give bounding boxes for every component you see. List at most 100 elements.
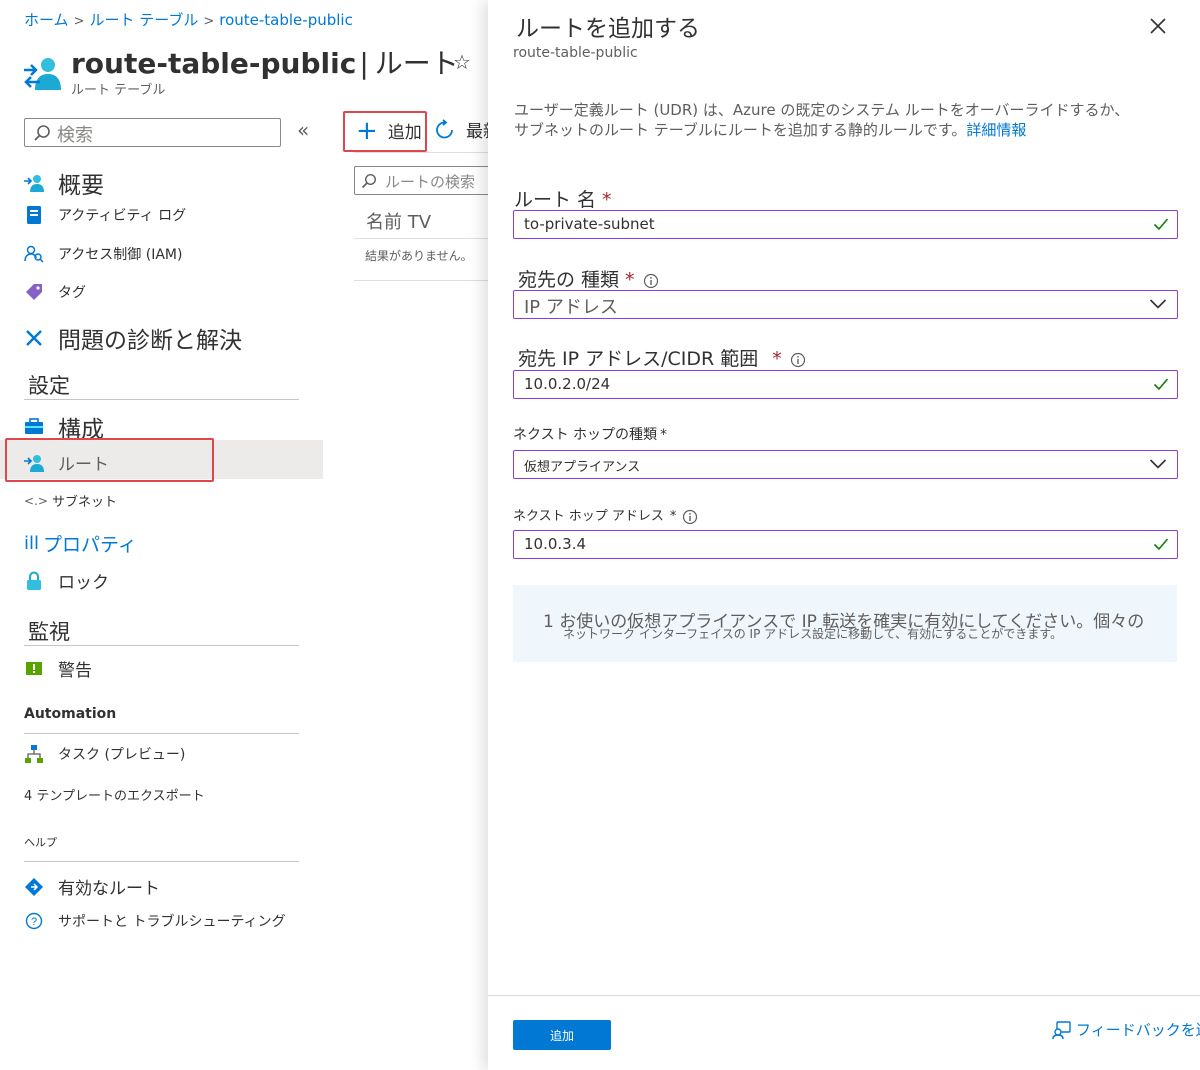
breadcrumb-current[interactable]: route-table-public [219, 11, 353, 29]
sidebar-item-effective-routes[interactable]: 有効なルート [24, 874, 160, 899]
route-table-icon [22, 52, 62, 92]
info-icon[interactable] [682, 509, 698, 525]
description-line-1: ユーザー定義ルート (UDR) は、Azure の既定のシステム ルートをオーバ… [514, 101, 1130, 119]
breadcrumb: ホーム > ルート テーブル > route-table-public [24, 9, 353, 30]
route-name-label-text: ルート 名 [514, 189, 597, 211]
title-separator: | [359, 47, 369, 80]
sidebar-item-label: サブネット [51, 495, 117, 510]
panel-title: ルートを追加する [516, 16, 700, 42]
sidebar-item-alerts[interactable]: 警告 [24, 656, 92, 681]
properties-icon: ill [24, 533, 40, 554]
tasks-icon [24, 744, 44, 764]
resource-type: ルート テーブル [71, 83, 166, 98]
info-icon[interactable] [643, 273, 659, 289]
page-name: ルート [374, 47, 459, 80]
section-divider [24, 645, 299, 646]
footer-divider [488, 995, 1200, 996]
description-line-2: サブネットのルート テーブルにルートを追加する静的ルールです。 [514, 121, 967, 139]
destination-type-dropdown[interactable]: IP アドレス [513, 290, 1178, 319]
feedback-link[interactable]: フィードバックを送る [1052, 1019, 1200, 1040]
breadcrumb-separator: > [203, 14, 215, 29]
route-search-input[interactable]: ルートの検索 [354, 166, 494, 195]
section-help: ヘルプ [24, 836, 57, 849]
section-automation: Automation [24, 706, 117, 722]
sidebar-item-label: 警告 [58, 661, 92, 681]
route-name-input[interactable]: to-private-subnet [513, 210, 1178, 239]
plus-icon: + [356, 115, 378, 146]
next-hop-type-label: ネクスト ホップの種類 * [513, 424, 667, 444]
sidebar-item-locks[interactable]: ロック [24, 568, 109, 593]
tag-icon [24, 282, 44, 302]
ip-forwarding-info-box: 1 お使いの仮想アプライアンスで IP 転送を確実に有効にしてください。個々の … [513, 585, 1177, 662]
table-header-divider [354, 238, 489, 239]
required-mark: * [772, 348, 782, 370]
sidebar-search-input[interactable]: 検索 [24, 118, 281, 147]
sidebar-item-diagnose[interactable]: 問題の診断と解決 [24, 321, 242, 355]
sidebar-item-subnets[interactable]: <.> サブネット [24, 491, 117, 511]
close-icon[interactable] [1146, 14, 1170, 38]
collapse-sidebar-icon[interactable]: « [297, 118, 309, 142]
subnet-icon: <.> [24, 493, 48, 508]
sidebar-item-overview[interactable]: 概要 [24, 166, 104, 200]
valid-check-icon [1153, 217, 1169, 231]
sidebar-item-properties[interactable]: ill プロパティ [24, 530, 137, 557]
sidebar-item-label: ルート [58, 455, 109, 475]
breadcrumb-home[interactable]: ホーム [24, 11, 69, 29]
destination-type-label: 宛先の 種類 * [518, 265, 659, 292]
command-bar-divider [354, 152, 489, 153]
resource-name: route-table-public [71, 47, 357, 80]
feedback-icon [1052, 1020, 1072, 1040]
required-mark: * [602, 189, 612, 211]
favorite-star-icon[interactable]: ☆ [453, 50, 471, 74]
add-route-button[interactable]: + 追加 [356, 115, 422, 146]
breadcrumb-separator: > [73, 14, 85, 29]
section-divider [24, 399, 299, 400]
destination-cidr-label: 宛先 IP アドレス/CIDR 範囲 * [518, 344, 806, 371]
next-hop-type-dropdown[interactable]: 仮想アプライアンス [513, 450, 1178, 479]
next-hop-address-input[interactable]: 10.0.3.4 [513, 530, 1178, 559]
effective-routes-icon [24, 877, 44, 897]
help-icon: ? [24, 911, 44, 931]
required-mark: * [669, 509, 677, 524]
alert-icon [24, 659, 44, 679]
routes-icon [24, 453, 44, 473]
sidebar-item-export-template[interactable]: 4 テンプレートのエクスポート [24, 785, 205, 804]
valid-check-icon [1153, 377, 1169, 391]
column-header-name[interactable]: 名前 TV [366, 208, 431, 234]
learn-more-link[interactable]: 詳細情報 [966, 121, 1026, 139]
empty-message: 結果がありません。 [365, 249, 473, 263]
activity-log-icon [24, 205, 44, 225]
section-divider [24, 861, 299, 862]
route-name-label: ルート 名 * [514, 185, 612, 212]
info-icon[interactable] [790, 352, 806, 368]
chevron-down-icon [1149, 458, 1167, 470]
sidebar-item-label: 概要 [58, 173, 104, 199]
next-hop-type-label-text: ネクスト ホップの種類 [513, 427, 658, 443]
sidebar-item-tasks[interactable]: タスク (プレビュー) [24, 744, 185, 764]
destination-cidr-input[interactable]: 10.0.2.0/24 [513, 370, 1178, 399]
sidebar-item-support[interactable]: ? サポートと トラブルシューティング [24, 911, 286, 931]
page-title: route-table-public | ルート [71, 42, 459, 82]
sidebar-item-activity-log[interactable]: アクティビティ ログ [24, 205, 186, 225]
table-row-divider [354, 280, 489, 281]
sidebar-item-iam[interactable]: アクセス制御 (IAM) [24, 244, 182, 264]
sidebar-item-label: アクティビティ ログ [58, 208, 187, 224]
section-settings: 設定 [28, 374, 70, 398]
route-search-placeholder: ルートの検索 [385, 173, 476, 191]
add-button[interactable]: 追加 [513, 1020, 611, 1050]
search-icon [33, 124, 51, 142]
destination-type-value: IP アドレス [524, 297, 618, 318]
sidebar-item-tags[interactable]: タグ [24, 282, 86, 302]
panel-description: ユーザー定義ルート (UDR) は、Azure の既定のシステム ルートをオーバ… [514, 100, 1154, 140]
svg-text:?: ? [31, 916, 37, 928]
destination-cidr-label-text: 宛先 IP アドレス/CIDR 範囲 [518, 348, 759, 370]
sidebar-item-routes[interactable]: ルート [24, 450, 109, 475]
next-hop-address-value: 10.0.3.4 [524, 535, 587, 553]
sidebar-item-label: プロパティ [43, 534, 137, 556]
info-box-line-2: ネットワーク インターフェイスの IP アドレス設定に移動して、有効にすることが… [563, 627, 1063, 641]
sidebar-item-label: 有効なルート [58, 879, 160, 899]
destination-cidr-value: 10.0.2.0/24 [524, 375, 611, 393]
lock-icon [24, 570, 44, 591]
section-monitoring: 監視 [28, 620, 70, 644]
breadcrumb-route-tables[interactable]: ルート テーブル [89, 11, 198, 29]
